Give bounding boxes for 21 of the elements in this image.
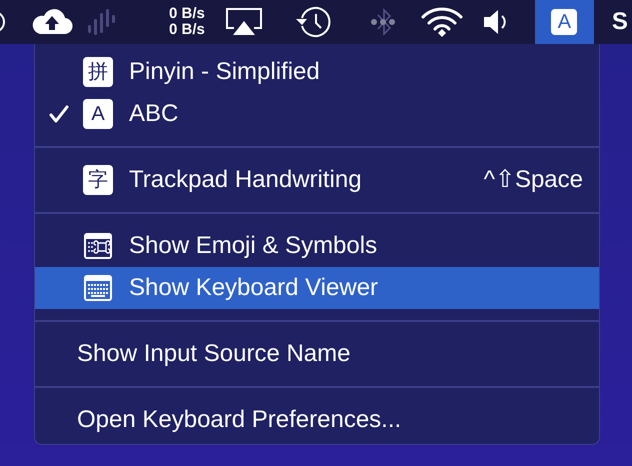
input-source-icon: 字 bbox=[83, 165, 113, 195]
emoji-symbols-icon bbox=[83, 231, 113, 261]
input-source-icon: A bbox=[83, 99, 113, 129]
clock-history-icon[interactable] bbox=[294, 6, 333, 38]
keyboard-icon bbox=[83, 273, 113, 303]
menu-item[interactable]: Show Input Source Name bbox=[35, 333, 599, 375]
checkmark-icon bbox=[49, 104, 69, 124]
menu-item[interactable]: 拼 Pinyin - Simplified bbox=[35, 51, 599, 93]
menu-bar-item[interactable]: S bbox=[612, 4, 628, 40]
cloud-upload-icon[interactable] bbox=[31, 8, 73, 36]
menu-item[interactable]: A ABC bbox=[35, 93, 599, 135]
airplay-icon[interactable] bbox=[224, 7, 263, 37]
wifi-icon[interactable] bbox=[420, 6, 463, 38]
network-speed: 0 B/s 0 B/s bbox=[169, 6, 205, 38]
menu-item[interactable]: Show Keyboard Viewer bbox=[35, 267, 599, 309]
menu-item[interactable]: Show Emoji & Symbols bbox=[35, 225, 599, 267]
input-menu-button[interactable]: A bbox=[534, 0, 594, 44]
menu-item[interactable]: Open Keyboard Preferences... bbox=[35, 399, 599, 441]
bluetooth-icon[interactable] bbox=[370, 6, 395, 38]
menu-item[interactable]: 字 Trackpad Handwriting ^⇧Space bbox=[35, 159, 599, 201]
input-source-icon: 拼 bbox=[83, 57, 113, 87]
